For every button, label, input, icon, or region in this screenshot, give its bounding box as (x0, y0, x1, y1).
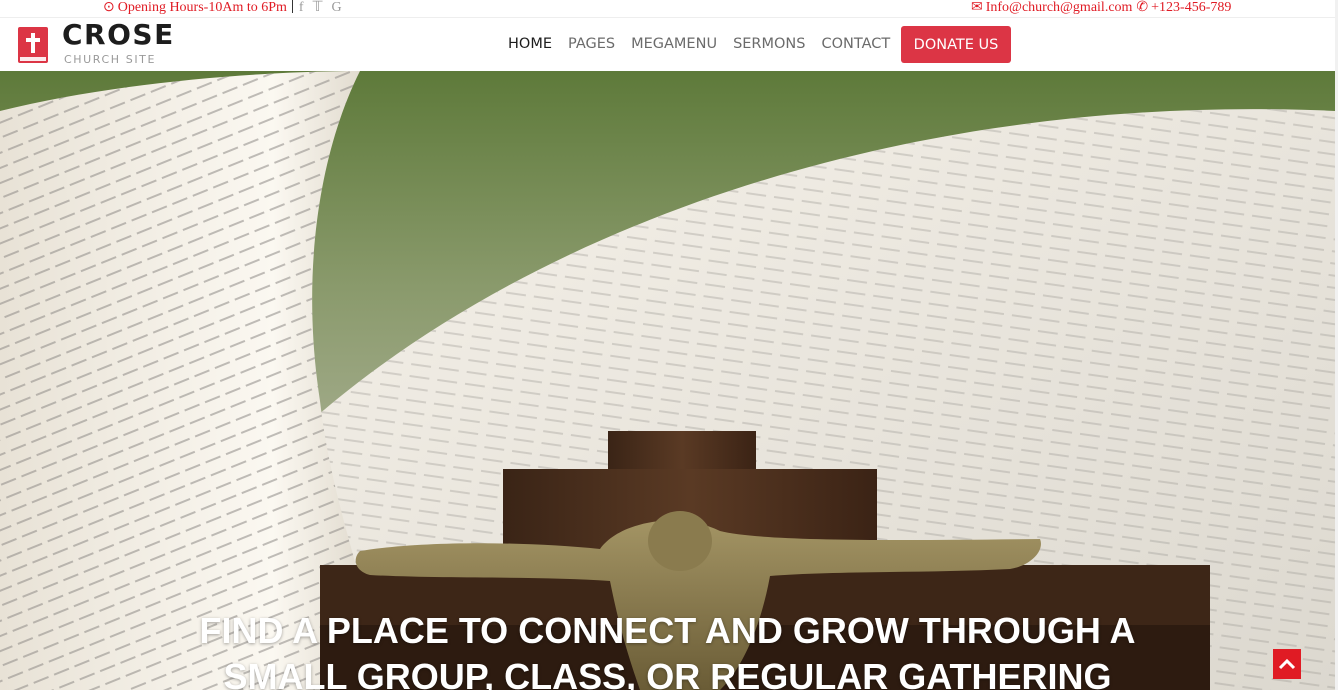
chevron-up-icon (1278, 658, 1296, 670)
brand-tagline: CHURCH SITE (64, 53, 157, 66)
hero-image (0, 71, 1335, 690)
main-nav: HOME PAGES MEGAMENU SERMONS CONTACT (508, 36, 906, 52)
opening-hours-text: Opening Hours-10Am to 6Pm (117, 0, 287, 15)
opening-hours: ⊙ Opening Hours-10Am to 6Pm f 𝕋 G (103, 0, 351, 16)
nav-sermons[interactable]: SERMONS (733, 36, 805, 52)
logo-icon[interactable] (17, 24, 49, 66)
hero-banner: FIND A PLACE TO CONNECT AND GROW THROUGH… (0, 71, 1335, 690)
nav-megamenu[interactable]: MEGAMENU (631, 36, 717, 52)
divider (291, 0, 293, 13)
contact-info: ✉ Info@church@gmail.com ✆ +123-456-789 (971, 0, 1231, 16)
hero-headline: FIND A PLACE TO CONNECT AND GROW THROUGH… (0, 608, 1335, 690)
back-to-top-button[interactable] (1273, 649, 1301, 679)
brand-name[interactable]: CROSE (62, 18, 175, 51)
donate-button[interactable]: DONATE US (901, 26, 1011, 63)
nav-pages[interactable]: PAGES (568, 36, 615, 52)
hero-headline-line1: FIND A PLACE TO CONNECT AND GROW THROUGH… (199, 610, 1136, 651)
facebook-icon[interactable]: f (299, 0, 304, 16)
clock-icon: ⊙ (103, 0, 115, 15)
site-header: CROSE CHURCH SITE HOME PAGES MEGAMENU SE… (0, 17, 1335, 71)
top-info-bar: ⊙ Opening Hours-10Am to 6Pm f 𝕋 G ✉ Info@chur… (0, 0, 1338, 17)
phone-link[interactable]: +123-456-789 (1151, 0, 1231, 15)
phone-icon: ✆ (1136, 0, 1149, 15)
nav-contact[interactable]: CONTACT (821, 36, 890, 52)
google-icon[interactable]: G (332, 0, 342, 16)
hero-headline-line2: SMALL GROUP, CLASS, OR REGULAR GATHERING (223, 656, 1112, 690)
envelope-icon: ✉ (971, 0, 983, 15)
nav-home[interactable]: HOME (508, 36, 552, 52)
email-link[interactable]: Info@church@gmail.com (986, 0, 1133, 15)
twitter-icon[interactable]: 𝕋 (313, 0, 323, 16)
